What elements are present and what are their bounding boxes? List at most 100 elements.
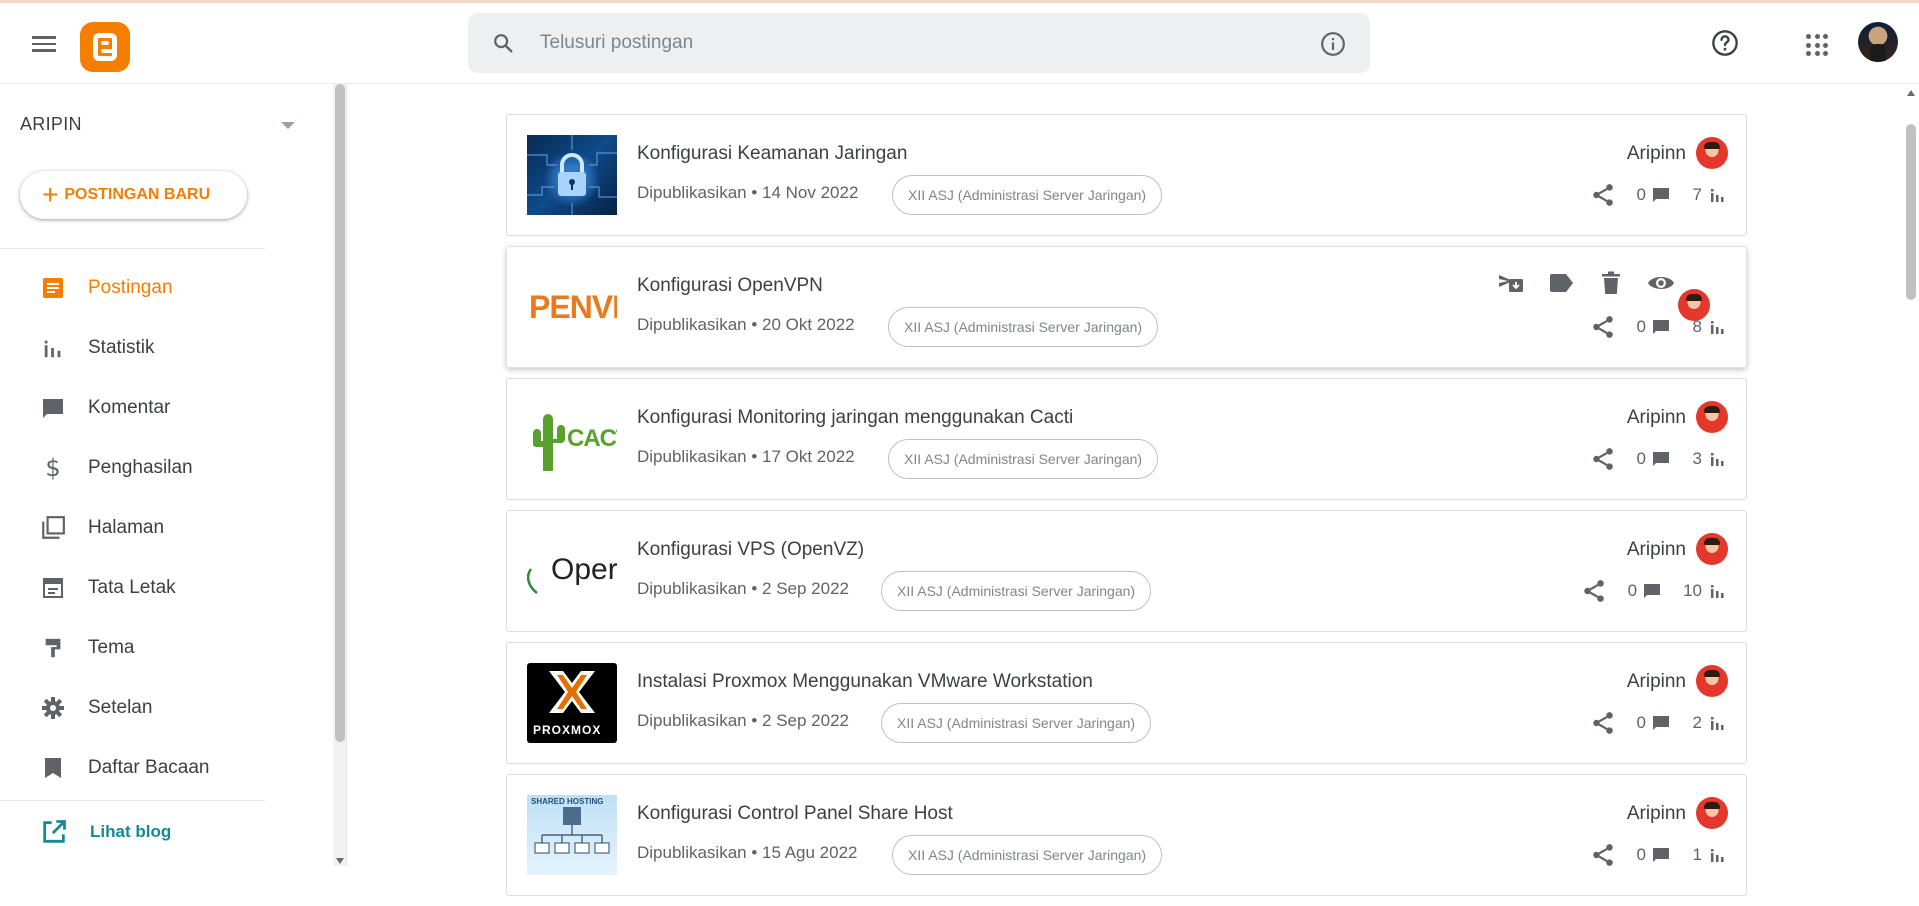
sidebar-item-label: Penghasilan (88, 457, 193, 478)
search-input[interactable] (540, 28, 1260, 58)
new-post-label: POSTINGAN BARU (64, 186, 211, 203)
sidebar-item-postingan[interactable]: Postingan (0, 258, 265, 318)
post-row[interactable]: PENVP Konfigurasi OpenVPN Dipublikasikan… (506, 246, 1747, 368)
menu-icon[interactable] (30, 32, 58, 56)
share-icon[interactable] (1590, 182, 1616, 208)
comment-count: 0 (1636, 185, 1646, 204)
stats-bars-icon (1711, 189, 1724, 202)
post-stats: 0 10 (1581, 577, 1724, 605)
blogger-logo[interactable] (80, 22, 130, 72)
post-thumbnail: PENVP (527, 267, 617, 347)
post-meta: Dipublikasikan • 20 Okt 2022 (637, 315, 855, 334)
sidebar-item-label: Daftar Bacaan (88, 757, 210, 778)
comment-icon (1653, 188, 1669, 202)
sidebar-item-label: Halaman (88, 517, 165, 538)
post-meta: Dipublikasikan • 14 Nov 2022 (637, 183, 859, 202)
apps-grid-icon[interactable] (1806, 34, 1828, 56)
post-thumbnail: SHARED HOSTING (527, 795, 617, 875)
post-author: Aripinn (1626, 671, 1686, 692)
view-eye-icon[interactable] (1646, 268, 1676, 298)
thumbnail-logo-text: CACTI (567, 425, 617, 452)
view-count: 8 (1692, 317, 1702, 336)
view-blog-link[interactable]: Lihat blog (40, 818, 171, 846)
sidebar-divider (0, 248, 265, 249)
post-author: Aripinn (1626, 539, 1686, 560)
help-icon[interactable] (1711, 29, 1739, 57)
post-label-chip[interactable]: XII ASJ (Administrasi Server Jaringan) (881, 703, 1152, 743)
sidebar-item-label: Tema (88, 637, 135, 658)
sidebar-item-tema[interactable]: Tema (0, 618, 265, 678)
view-count: 1 (1692, 845, 1702, 864)
delete-trash-icon[interactable] (1596, 268, 1626, 298)
post-label-chip[interactable]: XII ASJ (Administrasi Server Jaringan) (881, 571, 1152, 611)
revert-to-draft-icon[interactable] (1496, 268, 1526, 298)
thumbnail-logo-text: PENVP (529, 288, 617, 325)
share-icon[interactable] (1581, 578, 1607, 604)
post-label-chip[interactable]: XII ASJ (Administrasi Server Jaringan) (888, 307, 1159, 347)
theme-brush-icon (40, 635, 66, 661)
post-meta: Dipublikasikan • 2 Sep 2022 (637, 711, 849, 730)
posts-icon (40, 275, 66, 301)
open-external-icon (43, 820, 66, 843)
post-title[interactable]: Konfigurasi OpenVPN (637, 275, 823, 297)
comment-icon (40, 395, 66, 421)
security-lock-icon (527, 135, 617, 215)
thumbnail-logo-text: SHARED HOSTING (531, 797, 604, 806)
post-thumbnail: CACTI (527, 399, 617, 479)
new-post-button[interactable]: + POSTINGAN BARU (20, 171, 247, 219)
stats-bars-icon (1711, 321, 1724, 334)
blog-switcher-caret-icon[interactable] (281, 122, 295, 129)
main-scrollbar[interactable] (1903, 84, 1919, 866)
sidebar-divider (0, 800, 265, 801)
sidebar-item-statistik[interactable]: Statistik (0, 318, 265, 378)
post-title[interactable]: Konfigurasi VPS (OpenVZ) (637, 539, 864, 561)
share-icon[interactable] (1590, 446, 1616, 472)
search-icon[interactable] (492, 32, 514, 54)
sidebar-item-setelan[interactable]: Setelan (0, 678, 265, 738)
post-thumbnail: Oper (527, 531, 617, 611)
comment-count: 0 (1636, 449, 1646, 468)
info-icon[interactable] (1320, 31, 1346, 57)
sidebar-item-penghasilan[interactable]: $ Penghasilan (0, 438, 265, 498)
post-thumbnail (527, 135, 617, 215)
post-label-chip[interactable]: XII ASJ (Administrasi Server Jaringan) (888, 439, 1159, 479)
post-title[interactable]: Konfigurasi Control Panel Share Host (637, 803, 953, 825)
post-title[interactable]: Konfigurasi Monitoring jaringan mengguna… (637, 407, 1073, 429)
bookmark-icon (40, 755, 66, 781)
server-diagram-icon (534, 807, 610, 854)
share-icon[interactable] (1590, 842, 1616, 868)
comment-icon (1653, 716, 1669, 730)
label-tag-icon[interactable] (1546, 268, 1576, 298)
comment-icon (1653, 452, 1669, 466)
author-avatar (1696, 797, 1728, 829)
post-thumbnail: PROXMOX (527, 663, 617, 743)
thumbnail-logo-text: PROXMOX (533, 723, 602, 737)
sidebar-nav: Postingan Statistik Komentar $ Penghasil… (0, 258, 265, 798)
stats-icon (40, 335, 66, 361)
sidebar-item-komentar[interactable]: Komentar (0, 378, 265, 438)
post-row[interactable]: PROXMOX Instalasi Proxmox Menggunakan VM… (506, 642, 1747, 764)
post-row[interactable]: CACTI Konfigurasi Monitoring jaringan me… (506, 378, 1747, 500)
sidebar-scrollbar[interactable] (333, 84, 347, 866)
post-meta: Dipublikasikan • 15 Agu 2022 (637, 843, 858, 862)
post-label-chip[interactable]: XII ASJ (Administrasi Server Jaringan) (892, 175, 1163, 215)
post-row[interactable]: SHARED HOSTING Konfigurasi Control Panel… (506, 774, 1747, 896)
view-count: 7 (1692, 185, 1702, 204)
post-title[interactable]: Instalasi Proxmox Menggunakan VMware Wor… (637, 671, 1093, 693)
sidebar-item-tata-letak[interactable]: Tata Letak (0, 558, 265, 618)
sidebar-item-halaman[interactable]: Halaman (0, 498, 265, 558)
post-label-chip[interactable]: XII ASJ (Administrasi Server Jaringan) (892, 835, 1163, 875)
post-stats: 0 8 (1590, 313, 1724, 341)
sidebar-item-daftar-bacaan[interactable]: Daftar Bacaan (0, 738, 265, 798)
share-icon[interactable] (1590, 314, 1616, 340)
post-row[interactable]: Oper Konfigurasi VPS (OpenVZ) Dipublikas… (506, 510, 1747, 632)
gear-icon (40, 695, 66, 721)
post-meta: Dipublikasikan • 2 Sep 2022 (637, 579, 849, 598)
sidebar-item-label: Setelan (88, 697, 153, 718)
share-icon[interactable] (1590, 710, 1616, 736)
account-avatar[interactable] (1858, 22, 1898, 62)
sidebar-item-label: Postingan (88, 277, 173, 298)
post-row[interactable]: Konfigurasi Keamanan Jaringan Dipublikas… (506, 114, 1747, 236)
stats-bars-icon (1711, 585, 1724, 598)
post-title[interactable]: Konfigurasi Keamanan Jaringan (637, 143, 907, 165)
